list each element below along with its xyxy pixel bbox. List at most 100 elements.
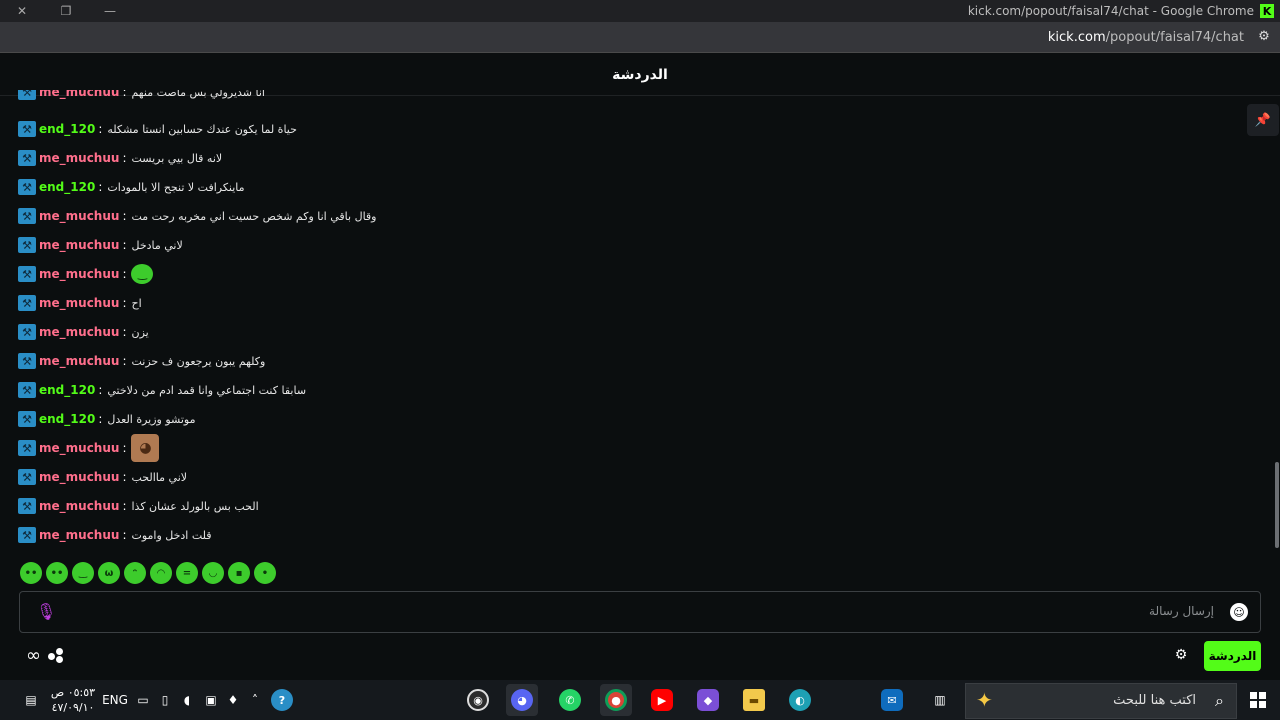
task-view-icon[interactable]: ▥ xyxy=(924,684,956,716)
dots-cluster-icon[interactable] xyxy=(48,648,66,664)
emote-icon[interactable]: ▪ xyxy=(228,562,250,584)
chat-scrollbar[interactable] xyxy=(1275,462,1279,548)
battery-icon[interactable]: ▯ xyxy=(156,684,174,716)
emote-icon[interactable]: = xyxy=(176,562,198,584)
message-username[interactable]: me_muchuu xyxy=(39,296,119,310)
moderator-badge-icon[interactable]: ⚒ xyxy=(18,527,36,543)
help-icon[interactable]: ? xyxy=(270,684,294,716)
message-separator: : xyxy=(122,441,127,455)
moderator-badge-icon[interactable]: ⚒ xyxy=(18,353,36,369)
emote-icon[interactable]: ◠ xyxy=(150,562,172,584)
moderator-badge-icon[interactable]: ⚒ xyxy=(18,266,36,282)
file-explorer-app-icon[interactable]: ▬ xyxy=(738,684,770,716)
clock-date: ٤٧/٠٩/١٠ xyxy=(51,701,95,714)
chrome-app-icon[interactable]: ● xyxy=(600,684,632,716)
emote-icon[interactable]: •• xyxy=(46,562,68,584)
obs-app-icon[interactable]: ◉ xyxy=(462,684,494,716)
close-window-icon[interactable]: ✕ xyxy=(0,0,44,22)
message-username[interactable]: me_muchuu xyxy=(39,528,119,542)
emote-icon[interactable]: • xyxy=(254,562,276,584)
chat-message: ⚒ me_muchuu: انا شديرولي بس ماصت منهم xyxy=(18,90,265,102)
url-text[interactable]: kick.com/popout/faisal74/chat xyxy=(1048,30,1244,45)
moderator-badge-icon[interactable]: ⚒ xyxy=(18,440,36,456)
url-path: /popout/faisal74/chat xyxy=(1105,30,1244,45)
chat-send-button[interactable]: الدردشة xyxy=(1204,641,1261,671)
message-username[interactable]: me_muchuu xyxy=(39,354,119,368)
site-settings-icon[interactable]: ⚙ xyxy=(1256,29,1272,45)
minimize-window-icon[interactable]: — xyxy=(88,0,132,22)
emote-icon[interactable]: ‿ xyxy=(131,264,154,284)
device-icon[interactable]: ▣ xyxy=(202,684,220,716)
message-text: حياة لما يكون عندك حسابين انستا مشكله xyxy=(107,122,297,136)
chat-message-input[interactable]: 🎙 إرسال رسالة ☺ xyxy=(19,591,1261,633)
microsoft-365-app-icon[interactable]: ◆ xyxy=(692,684,724,716)
message-username[interactable]: me_muchuu xyxy=(39,267,119,281)
taskbar-clock[interactable]: ٠٥:٥٣ ص ٤٧/٠٩/١٠ xyxy=(50,685,96,715)
message-username[interactable]: me_muchuu xyxy=(39,238,119,252)
moderator-badge-icon[interactable]: ⚒ xyxy=(18,237,36,253)
moderator-badge-icon[interactable]: ⚒ xyxy=(18,469,36,485)
emote-icon[interactable]: •• xyxy=(20,562,42,584)
moderator-badge-icon[interactable]: ⚒ xyxy=(18,498,36,514)
microphone-icon[interactable]: 🎙 xyxy=(36,602,56,622)
moderator-badge-icon[interactable]: ⚒ xyxy=(18,90,36,100)
message-username[interactable]: end_120 xyxy=(39,412,95,426)
message-text: وقال باقي انا وكم شخص حسيت اني مخربه رحت… xyxy=(131,209,377,223)
address-bar[interactable]: kick.com/popout/faisal74/chat ⚙ xyxy=(0,22,1280,53)
message-separator: : xyxy=(122,499,127,513)
mail-app-icon[interactable]: ✉ xyxy=(876,684,908,716)
message-username[interactable]: end_120 xyxy=(39,383,95,397)
notification-icon[interactable]: ▤ xyxy=(20,684,42,716)
windows-start-icon[interactable] xyxy=(1244,684,1272,716)
volume-icon[interactable]: ◖ xyxy=(178,684,196,716)
network-icon[interactable]: ▭ xyxy=(134,684,152,716)
message-separator: : xyxy=(98,412,103,426)
emote-icon[interactable]: ‿ xyxy=(72,562,94,584)
chat-message: ⚒ end_120: ماينكرافت لا تنجح الا بالمودات xyxy=(18,177,245,197)
moderator-badge-icon[interactable]: ⚒ xyxy=(18,324,36,340)
edge-app-icon[interactable]: ◐ xyxy=(784,684,816,716)
message-username[interactable]: end_120 xyxy=(39,122,95,136)
message-username[interactable]: me_muchuu xyxy=(39,499,119,513)
chevron-up-icon[interactable]: ˄ xyxy=(246,684,264,716)
message-username[interactable]: me_muchuu xyxy=(39,209,119,223)
moderator-badge-icon[interactable]: ⚒ xyxy=(18,382,36,398)
moderator-badge-icon[interactable]: ⚒ xyxy=(18,179,36,195)
message-username[interactable]: end_120 xyxy=(39,180,95,194)
emoji-picker-icon[interactable]: ☺ xyxy=(1230,603,1248,621)
moderator-badge-icon[interactable]: ⚒ xyxy=(18,295,36,311)
moderator-badge-icon[interactable]: ⚒ xyxy=(18,121,36,137)
restore-window-icon[interactable]: ❐ xyxy=(44,0,88,22)
chat-settings-icon[interactable]: ⚙ xyxy=(1172,647,1190,665)
chat-message: ⚒ me_muchuu: ◕ xyxy=(18,434,160,462)
taskbar-search[interactable]: ✦ اكتب هنا للبحث ⌕ xyxy=(965,683,1237,719)
moderator-badge-icon[interactable]: ⚒ xyxy=(18,411,36,427)
message-text: لانه قال بيي بريست xyxy=(131,151,223,165)
emote-icon[interactable]: ◡ xyxy=(202,562,224,584)
message-username[interactable]: me_muchuu xyxy=(39,470,119,484)
message-username[interactable]: me_muchuu xyxy=(39,151,119,165)
language-indicator[interactable]: ENG xyxy=(102,684,128,716)
message-username[interactable]: me_muchuu xyxy=(39,90,119,99)
monkey-emote-icon[interactable]: ◕ xyxy=(131,434,160,462)
chat-message: ⚒ me_muchuu: لاني ماالحب xyxy=(18,467,187,487)
moderator-badge-icon[interactable]: ⚒ xyxy=(18,208,36,224)
chat-message: ⚒ me_muchuu: وكلهم يبون يرجعون ف حزنت xyxy=(18,351,265,371)
pin-icon[interactable]: 📌 xyxy=(1247,104,1279,136)
emote-icon[interactable]: ω xyxy=(98,562,120,584)
infinity-icon[interactable]: ∞ xyxy=(26,645,41,666)
message-text: اح xyxy=(131,296,142,310)
message-username[interactable]: me_muchuu xyxy=(39,325,119,339)
microphone-tray-icon[interactable]: ♦ xyxy=(224,684,242,716)
message-text: موتشو وزيرة العدل xyxy=(107,412,196,426)
youtube-app-icon[interactable]: ▶ xyxy=(646,684,678,716)
emote-icon[interactable]: ᵔ xyxy=(124,562,146,584)
window-titlebar: ✕ ❐ — kick.com/popout/faisal74/chat - Go… xyxy=(0,0,1280,22)
message-separator: : xyxy=(98,180,103,194)
moderator-badge-icon[interactable]: ⚒ xyxy=(18,150,36,166)
discord-app-icon[interactable]: ◕ xyxy=(506,684,538,716)
message-separator: : xyxy=(122,470,127,484)
chat-messages: ⚒ me_muchuu: انا شديرولي بس ماصت منهم ⚒ end_… xyxy=(0,90,1262,552)
whatsapp-app-icon[interactable]: ✆ xyxy=(554,684,586,716)
message-username[interactable]: me_muchuu xyxy=(39,441,119,455)
